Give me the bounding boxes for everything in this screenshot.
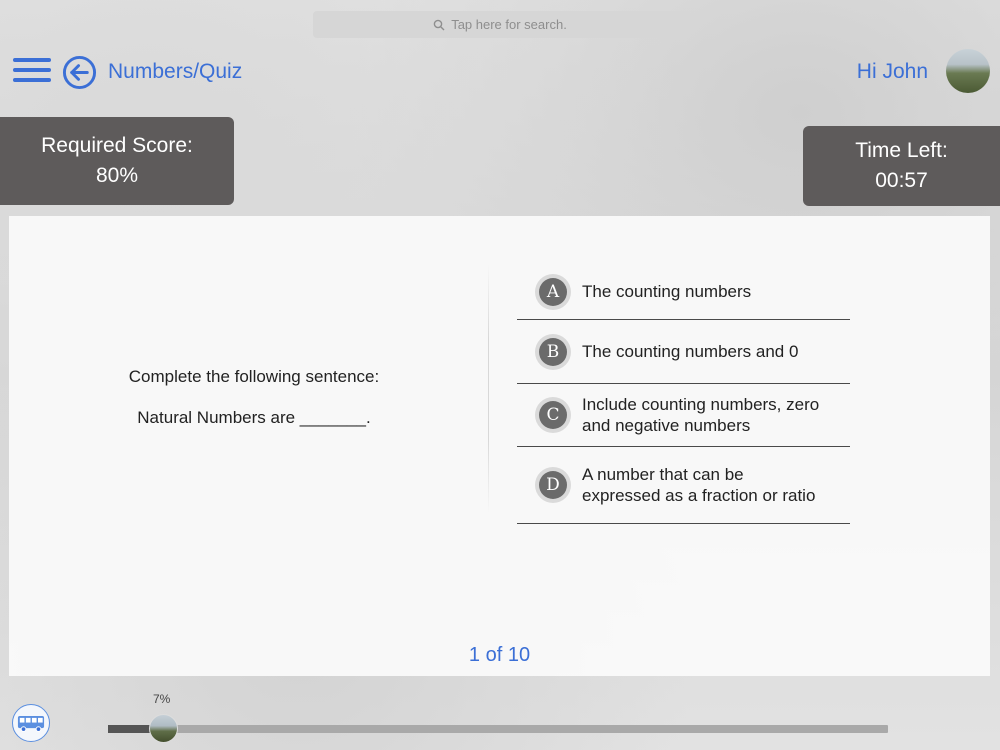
option-letter-badge: D [535,467,571,503]
option-text: Include counting numbers, zero and negat… [582,395,820,435]
user-greeting: Hi John [856,60,928,83]
option-a[interactable]: A The counting numbers [517,264,850,320]
question-line-2: Natural Numbers are _______. [137,408,371,427]
question-text: Complete the following sentence: Natural… [9,356,499,438]
search-placeholder: Tap here for search. [451,17,567,32]
search-input[interactable]: Tap here for search. [313,11,687,38]
option-letter-badge: C [535,397,571,433]
option-c[interactable]: C Include counting numbers, zero and neg… [517,384,850,447]
required-score-panel: Required Score: 80% [0,117,234,205]
option-letter-badge: A [535,273,571,310]
option-text: A number that can be expressed as a frac… [582,465,816,505]
progress-label: 7% [153,692,171,706]
progress-slider[interactable] [108,714,888,743]
bus-icon[interactable] [12,704,50,742]
breadcrumb[interactable]: Numbers/Quiz [108,60,242,84]
progress-thumb[interactable] [149,714,178,743]
option-d[interactable]: D A number that can be expressed as a fr… [517,447,850,524]
search-icon [433,19,445,30]
avatar[interactable] [946,49,990,93]
time-left-label: Time Left: [855,139,948,162]
answer-options: A The counting numbers B The counting nu… [517,264,850,524]
required-score-value: 80% [95,164,139,187]
divider [488,264,489,514]
quiz-card: Complete the following sentence: Natural… [9,216,990,676]
option-b[interactable]: B The counting numbers and 0 [517,320,850,384]
option-text: The counting numbers and 0 [582,342,799,361]
time-left-value: 00:57 [875,169,928,192]
question-counter: 1 of 10 [468,644,531,666]
menu-icon[interactable] [13,58,51,86]
option-letter-badge: B [535,333,571,370]
time-left-panel: Time Left: 00:57 [803,126,1000,206]
question-line-1: Complete the following sentence: [128,367,380,386]
back-arrow-icon[interactable] [62,55,97,90]
option-text: The counting numbers [582,282,752,301]
required-score-label: Required Score: [41,134,193,157]
